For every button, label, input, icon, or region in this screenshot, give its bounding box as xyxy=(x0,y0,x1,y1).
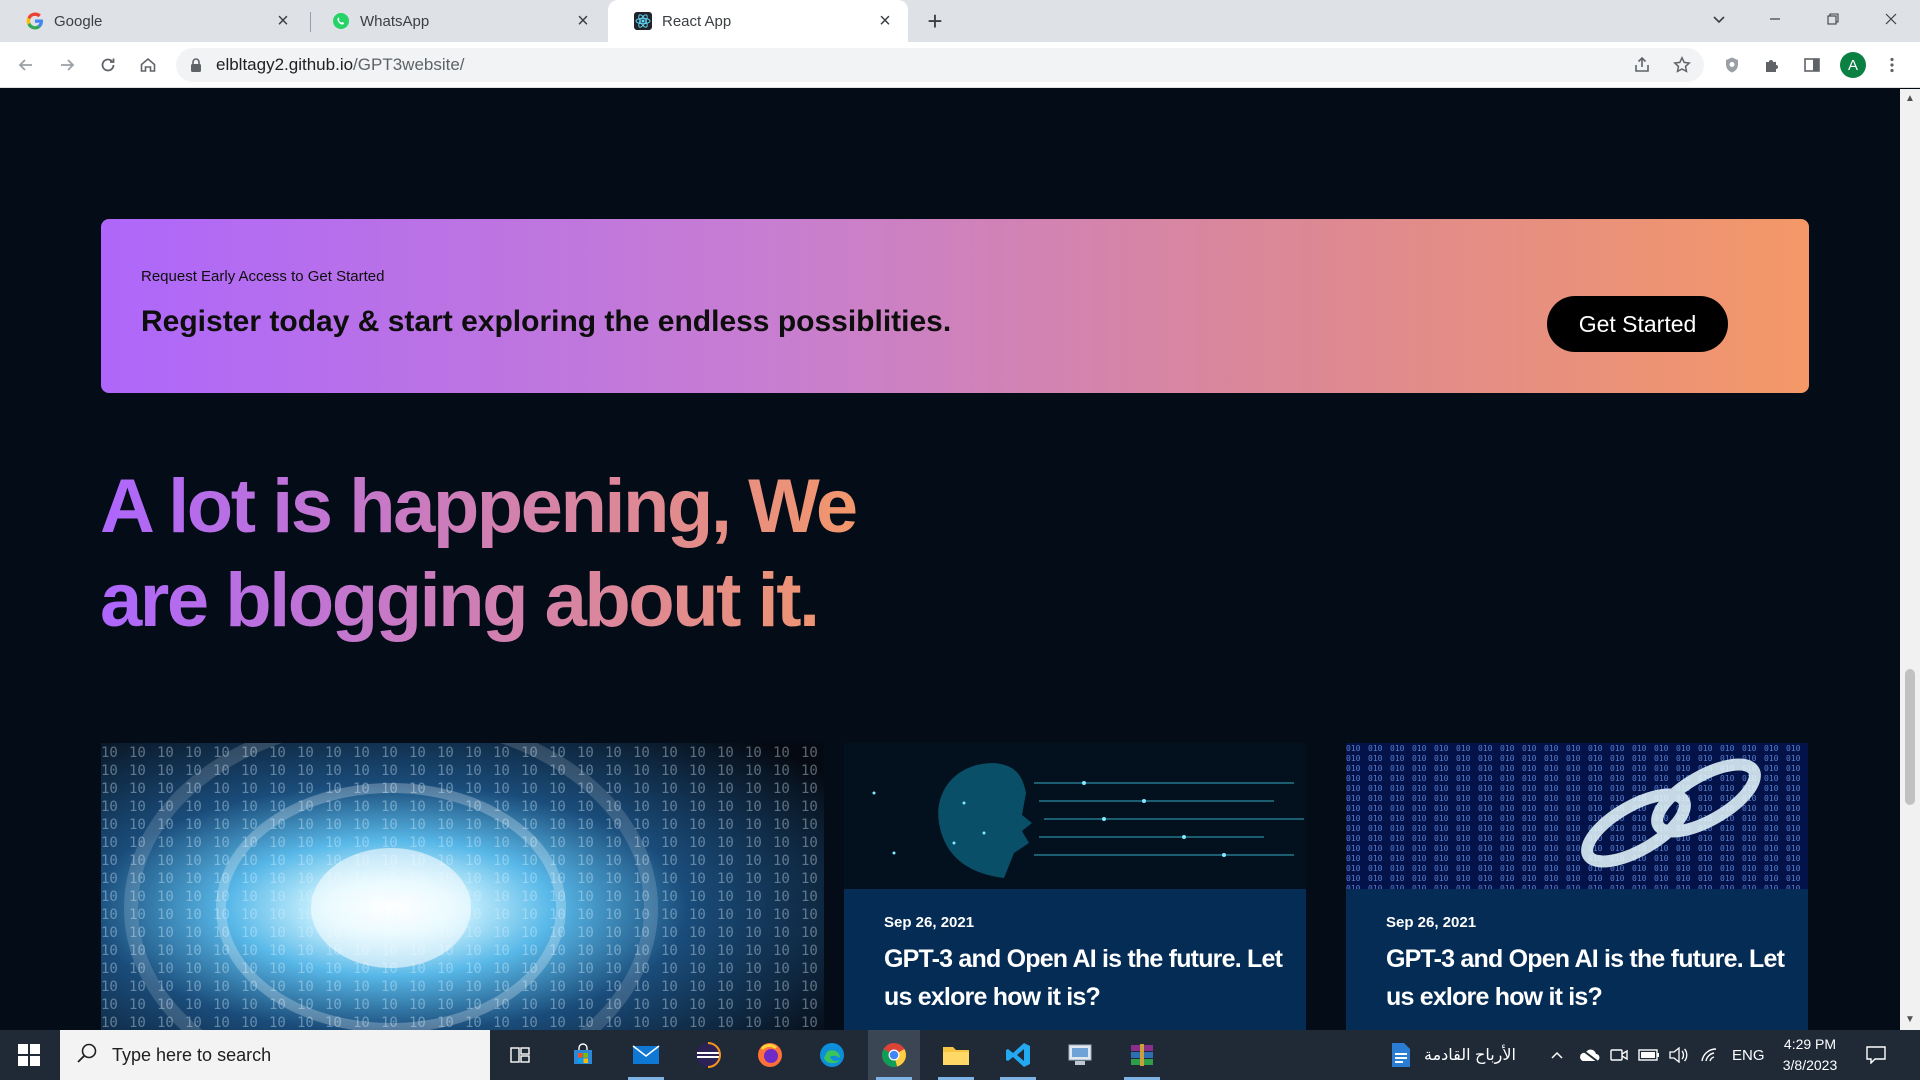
winrar-icon[interactable] xyxy=(1116,1030,1168,1080)
blog-heading-line1: A lot is happening, We xyxy=(100,464,856,549)
news-widget[interactable]: الأرباح القادمة xyxy=(1390,1030,1516,1080)
shield-extension-icon[interactable] xyxy=(1718,51,1746,79)
page-viewport: Request Early Access to Get Started Regi… xyxy=(0,89,1900,1030)
firefox-icon[interactable] xyxy=(744,1030,796,1080)
news-document-icon xyxy=(1390,1042,1412,1068)
blog-heading-line2: are blogging about it. xyxy=(100,558,818,643)
scroll-down-arrow-icon[interactable]: ▼ xyxy=(1904,1014,1916,1026)
input-language-indicator[interactable]: ENG xyxy=(1732,1030,1765,1080)
meet-now-camera-icon[interactable] xyxy=(1610,1030,1628,1080)
mail-icon[interactable] xyxy=(620,1030,672,1080)
notifications-icon[interactable] xyxy=(1866,1030,1886,1080)
close-window-icon[interactable] xyxy=(1868,0,1914,38)
binary-tunnel-image: 10 xyxy=(101,743,824,1030)
back-arrow-icon[interactable] xyxy=(12,51,40,79)
lock-icon[interactable] xyxy=(190,57,202,73)
volume-icon[interactable] xyxy=(1668,1030,1688,1080)
bookmark-star-icon[interactable] xyxy=(1668,51,1696,79)
tab-google[interactable]: Google × xyxy=(0,0,306,42)
forward-arrow-icon[interactable] xyxy=(53,51,81,79)
url-path: /GPT3website/ xyxy=(353,55,465,74)
battery-icon[interactable] xyxy=(1638,1030,1660,1080)
page-scrollbar[interactable]: ▲ ▼ xyxy=(1900,89,1920,1030)
eclipse-icon[interactable] xyxy=(682,1030,734,1080)
url-host: elbltagy2.github.io xyxy=(216,55,354,74)
blog-card-title[interactable]: GPT-3 and Open AI is the future. Let us … xyxy=(884,940,1304,1016)
google-icon xyxy=(26,12,44,30)
microsoft-store-icon[interactable] xyxy=(557,1030,609,1080)
blog-heading: A lot is happening, We are blogging abou… xyxy=(100,460,856,648)
task-view-icon[interactable] xyxy=(494,1030,546,1080)
show-hidden-icons-chevron-icon[interactable] xyxy=(1550,1030,1564,1080)
scroll-thumb[interactable] xyxy=(1905,669,1915,805)
news-widget-text: الأرباح القادمة xyxy=(1424,1047,1516,1064)
ai-face-image xyxy=(844,743,1306,889)
control-panel-icon[interactable] xyxy=(1054,1030,1106,1080)
search-icon xyxy=(76,1042,98,1069)
clock-date: 3/8/2023 xyxy=(1782,1057,1838,1073)
chrome-icon[interactable] xyxy=(868,1030,920,1080)
clock-time: 4:29 PM xyxy=(1783,1036,1837,1052)
browser-toolbar: elbltagy2.github.io/GPT3website/ xyxy=(0,42,1920,88)
system-clock[interactable]: 4:29 PM 3/8/2023 xyxy=(1770,1034,1850,1076)
restore-icon[interactable] xyxy=(1810,0,1856,38)
blog-card-image xyxy=(844,743,1306,889)
edge-icon[interactable] xyxy=(806,1030,858,1080)
cta-subtitle: Request Early Access to Get Started xyxy=(141,268,385,285)
close-icon[interactable]: × xyxy=(874,10,896,32)
windows-taskbar: Type here to search الأرباح القادمة ENG … xyxy=(0,1030,1920,1080)
blog-card-date: Sep 26, 2021 xyxy=(1386,914,1477,931)
featured-blog-image[interactable]: 10 xyxy=(101,743,824,1030)
address-bar[interactable]: elbltagy2.github.io/GPT3website/ xyxy=(176,48,1704,82)
windows-start-icon[interactable] xyxy=(0,1030,58,1080)
close-icon[interactable]: × xyxy=(572,10,594,32)
home-icon[interactable] xyxy=(134,51,162,79)
tab-title: WhatsApp xyxy=(360,12,430,30)
react-icon xyxy=(634,12,652,30)
share-icon[interactable] xyxy=(1628,51,1656,79)
blog-card[interactable]: 010 Sep 26, 2021 GPT-3 and Open AI is th… xyxy=(1346,743,1808,1030)
kebab-menu-icon[interactable] xyxy=(1878,51,1906,79)
minimize-icon[interactable] xyxy=(1752,0,1798,38)
blog-card-image: 010 xyxy=(1346,743,1808,889)
onedrive-cloud-icon[interactable] xyxy=(1578,1030,1600,1080)
binary-chain-image: 010 xyxy=(1346,743,1808,889)
tab-title: Google xyxy=(54,12,103,30)
reload-icon[interactable] xyxy=(94,51,122,79)
tab-whatsapp[interactable]: WhatsApp × xyxy=(306,0,606,42)
search-placeholder: Type here to search xyxy=(112,1044,272,1065)
whatsapp-icon xyxy=(332,12,350,30)
extensions-puzzle-icon[interactable] xyxy=(1758,51,1786,79)
side-panel-icon[interactable] xyxy=(1798,51,1826,79)
tab-react-app[interactable]: React App × xyxy=(608,0,908,42)
new-tab-button[interactable]: + xyxy=(920,6,950,36)
tab-title: React App xyxy=(662,12,732,30)
profile-avatar[interactable]: A xyxy=(1840,52,1866,78)
blog-card-title[interactable]: GPT-3 and Open AI is the future. Let us … xyxy=(1386,940,1806,1016)
blog-card[interactable]: Sep 26, 2021 GPT-3 and Open AI is the fu… xyxy=(844,743,1306,1030)
wifi-icon[interactable] xyxy=(1700,1030,1720,1080)
blog-card-date: Sep 26, 2021 xyxy=(884,914,975,931)
get-started-button[interactable]: Get Started xyxy=(1547,296,1728,352)
tab-search-chevron-icon[interactable] xyxy=(1696,0,1742,38)
vscode-icon[interactable] xyxy=(992,1030,1044,1080)
browser-tab-bar: Google × WhatsApp × React App × + xyxy=(0,0,1920,42)
cta-banner: Request Early Access to Get Started Regi… xyxy=(101,219,1809,393)
file-explorer-icon[interactable] xyxy=(930,1030,982,1080)
close-icon[interactable]: × xyxy=(272,10,294,32)
cta-title: Register today & start exploring the end… xyxy=(141,305,952,338)
taskbar-search-input[interactable]: Type here to search xyxy=(60,1030,490,1080)
scroll-up-arrow-icon[interactable]: ▲ xyxy=(1904,93,1916,105)
